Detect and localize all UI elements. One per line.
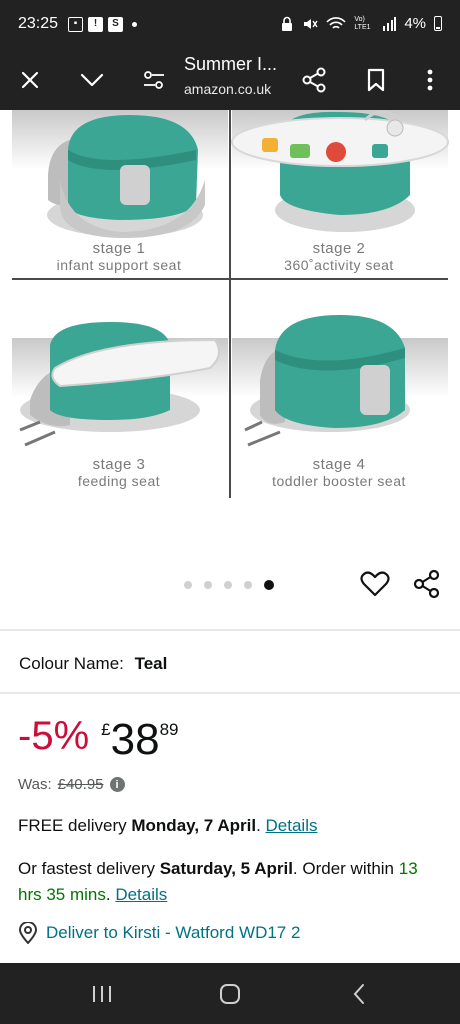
site-settings-button[interactable]: [134, 60, 174, 100]
mute-icon: [304, 18, 318, 29]
share-icon: [302, 67, 326, 93]
fastest-delivery-details-link[interactable]: Details: [115, 885, 167, 904]
page-domain: amazon.co.uk: [184, 81, 272, 97]
product-image-gallery[interactable]: stage 1 infant support seat stage 2 360˚…: [0, 110, 460, 500]
location-pin-icon: [18, 922, 38, 944]
stage-description: toddler booster seat: [272, 473, 406, 489]
price-whole: 38: [110, 715, 160, 764]
recent-apps-icon[interactable]: [91, 984, 113, 1004]
product-share-button[interactable]: [412, 569, 442, 599]
free-delivery-suffix: .: [256, 816, 266, 835]
fastest-delivery-prefix: Or fastest delivery: [18, 859, 160, 878]
stage-number: stage 3: [92, 456, 146, 473]
price-block: -5% £ 38 89: [18, 714, 178, 766]
wifi-icon: [326, 16, 346, 29]
stage-description: feeding seat: [77, 473, 161, 489]
status-bar: 23:25 ▪ ! S Vo) LTE1 4%: [0, 0, 460, 50]
was-label: Was:: [18, 776, 52, 793]
colour-name-row: Colour Name: Teal: [19, 654, 167, 674]
pagination-dot[interactable]: [204, 581, 212, 589]
home-icon[interactable]: [219, 983, 241, 1005]
share-button[interactable]: [294, 60, 334, 100]
gallery-divider-horizontal: [12, 278, 448, 280]
close-icon: [21, 71, 39, 89]
pagination-dot[interactable]: [244, 581, 252, 589]
tune-icon: [144, 71, 164, 89]
section-divider: [0, 629, 460, 631]
more-notifications-icon: [132, 22, 137, 27]
price-fraction: 89: [159, 720, 179, 739]
battery-icon: [434, 16, 442, 31]
colour-value: Teal: [134, 654, 168, 673]
currency-symbol: £: [101, 720, 111, 739]
chevron-down-icon: [80, 73, 104, 87]
stage-number: stage 1: [92, 240, 146, 257]
free-delivery-prefix: FREE delivery: [18, 816, 132, 835]
status-time: 23:25: [18, 15, 59, 32]
notification-icons: ▪ ! S: [68, 17, 137, 32]
pagination-dot[interactable]: [224, 581, 232, 589]
battery-percent: 4%: [404, 15, 426, 32]
stage-description: infant support seat: [56, 257, 182, 273]
stage-3-label: stage 3 feeding seat: [14, 456, 224, 489]
signal-icon: [383, 16, 397, 31]
stage-1-label: stage 1 infant support seat: [14, 240, 224, 273]
stage-number: stage 4: [312, 456, 366, 473]
fastest-delivery-suffix: .: [105, 885, 116, 904]
page-title: Summer I...: [184, 54, 278, 74]
back-icon[interactable]: [352, 983, 366, 1005]
info-icon[interactable]: i: [109, 777, 125, 792]
stage-description: 360˚activity seat: [284, 257, 394, 273]
was-price-row: Was: £40.95 i: [18, 776, 125, 793]
bookmark-button[interactable]: [356, 60, 396, 100]
discount-percent: -5%: [18, 714, 90, 758]
free-delivery-date: Monday, 7 April: [131, 816, 257, 835]
section-divider: [0, 692, 460, 694]
minimize-button[interactable]: [72, 60, 112, 100]
system-status: Vo) LTE1 4%: [280, 15, 442, 32]
volte-label: Vo) LTE1: [354, 15, 371, 31]
more-options-button[interactable]: [410, 60, 450, 100]
heart-icon: [360, 571, 390, 597]
bookmark-icon: [367, 68, 385, 92]
gallery-divider-vertical: [229, 110, 231, 498]
free-delivery-details-link[interactable]: Details: [266, 816, 318, 835]
gallery-notification-icon: ▪: [68, 17, 83, 32]
stage-2-seat-image: [231, 110, 449, 232]
stage-4-label: stage 4 toddler booster seat: [234, 456, 444, 489]
image-pagination: [184, 580, 274, 590]
stage-number: stage 2: [312, 240, 366, 257]
share-icon: [413, 569, 440, 599]
fastest-delivery-row: Or fastest delivery Saturday, 5 April. O…: [18, 856, 443, 908]
close-button[interactable]: [10, 60, 50, 100]
system-navigation-bar: [0, 963, 460, 1024]
free-delivery-row: FREE delivery Monday, 7 April. Details: [18, 816, 317, 836]
wishlist-button[interactable]: [360, 569, 390, 599]
lock-icon: [282, 16, 293, 31]
pagination-dot[interactable]: [184, 581, 192, 589]
stage-4-seat-image: [244, 315, 410, 447]
deliver-to-link[interactable]: Deliver to Kirsti - Watford WD17 2: [18, 922, 300, 944]
fastest-delivery-mid: . Order within: [292, 859, 399, 878]
pagination-dot-active[interactable]: [264, 580, 274, 590]
stage-2-label: stage 2 360˚activity seat: [234, 240, 444, 273]
fastest-delivery-date: Saturday, 5 April: [159, 859, 293, 878]
colour-label: Colour Name:: [19, 654, 124, 673]
alert-notification-icon: !: [88, 17, 103, 32]
custom-tab-toolbar: Summer I... amazon.co.uk: [0, 50, 460, 110]
s-app-notification-icon: S: [108, 17, 123, 32]
deliver-to-text: Deliver to Kirsti - Watford WD17 2: [46, 923, 301, 942]
more-vert-icon: [427, 69, 433, 91]
was-price: £40.95: [57, 776, 104, 793]
